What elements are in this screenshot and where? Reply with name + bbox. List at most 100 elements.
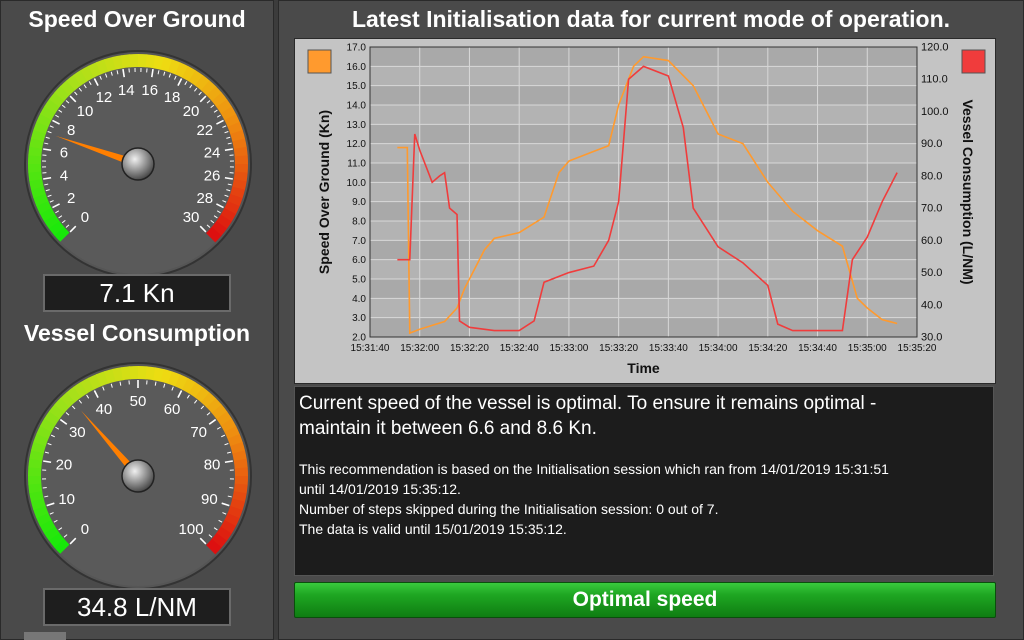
x-tick-label: 15:33:40 xyxy=(649,343,688,354)
recommendation-details: This recommendation is based on the Init… xyxy=(299,459,989,539)
gauge-arc-segment xyxy=(234,467,248,477)
gauge-tick-label: 10 xyxy=(77,103,94,120)
y2-tick-label: 80.0 xyxy=(921,170,942,182)
y-tick-label: 4.0 xyxy=(352,294,366,305)
gauge-tick-label: 70 xyxy=(190,424,207,441)
gauge-tick-label: 20 xyxy=(183,103,200,120)
gauge-tick-label: 4 xyxy=(60,168,68,185)
y2-tick-label: 40.0 xyxy=(921,299,942,311)
gauge-tick-label: 10 xyxy=(58,491,75,508)
plot-band xyxy=(370,259,917,279)
x-tick-label: 15:35:00 xyxy=(848,343,887,354)
plot-band xyxy=(370,66,917,86)
x-tick-label: 15:34:40 xyxy=(798,343,837,354)
plot-band xyxy=(370,298,917,318)
x-tick-label: 15:32:20 xyxy=(450,343,489,354)
gauge-tick-label: 90 xyxy=(201,491,218,508)
x-tick-label: 15:32:40 xyxy=(500,343,539,354)
gauge-tick-label: 30 xyxy=(183,209,200,226)
speed-readout: 7.1 Kn xyxy=(43,274,231,312)
plot-band xyxy=(370,85,917,105)
recommendation-panel: Current speed of the vessel is optimal. … xyxy=(294,386,994,576)
plot-band xyxy=(370,143,917,163)
gauge-tick-label: 28 xyxy=(196,190,213,207)
y-tick-label: 6.0 xyxy=(352,255,366,266)
consumption-legend-swatch xyxy=(961,49,986,74)
gauge-arc-segment xyxy=(28,163,42,173)
gauge-tick-label: 26 xyxy=(204,168,221,185)
y2-tick-label: 90.0 xyxy=(921,138,942,150)
gauge-arc-segment xyxy=(234,155,248,165)
gauge-tick-label: 24 xyxy=(204,144,221,161)
y-tick-label: 16.0 xyxy=(347,62,367,73)
validity-line: The data is valid until 15/01/2019 15:35… xyxy=(299,521,567,537)
recommendation-headline: Current speed of the vessel is optimal. … xyxy=(299,391,989,441)
y-tick-label: 14.0 xyxy=(347,101,367,112)
x-tick-label: 15:33:00 xyxy=(549,343,588,354)
plot-band xyxy=(370,182,917,202)
y2-tick-label: 50.0 xyxy=(921,267,942,279)
y-tick-label: 9.0 xyxy=(352,197,366,208)
y2-tick-label: 110.0 xyxy=(921,74,948,86)
gauge-tick-label: 80 xyxy=(204,456,221,473)
y2-tick-label: 30.0 xyxy=(921,332,942,344)
gauge-arc-segment xyxy=(28,475,42,485)
gauge-tick-label: 40 xyxy=(96,401,113,418)
gauge-arc-segment xyxy=(129,54,139,68)
gauge-tick xyxy=(229,487,234,489)
gauge-tick-label: 18 xyxy=(164,89,181,106)
gauge-hub xyxy=(121,147,155,181)
y-tick-label: 11.0 xyxy=(347,159,366,170)
plot-band xyxy=(370,279,917,299)
speed-gauge: 024681012 14 16 18202224262830 xyxy=(24,50,252,278)
y-tick-label: 10.0 xyxy=(347,178,367,189)
speed-gauge-title: Speed Over Ground xyxy=(28,6,246,32)
gauge-tick-label: 6 xyxy=(60,144,68,161)
gauge-tick-label: 16 xyxy=(141,82,158,99)
y-tick-label: 3.0 xyxy=(352,313,366,324)
y-tick-label: 8.0 xyxy=(352,217,366,228)
page-title: Latest Initialisation data for current m… xyxy=(351,6,951,32)
skipped-steps-line: Number of steps skipped during the Initi… xyxy=(299,501,719,517)
plot-band xyxy=(370,317,917,337)
gauge-tick-label: 12 xyxy=(96,89,113,106)
x-tick-label: 15:35:20 xyxy=(898,343,937,354)
x-tick-label: 15:34:20 xyxy=(748,343,787,354)
y-tick-label: 7.0 xyxy=(352,236,366,247)
gauge-tick-label: 22 xyxy=(196,122,213,139)
plot-band xyxy=(370,240,917,260)
session-period-line: until 14/01/2019 15:35:12. xyxy=(299,481,461,497)
y-tick-label: 5.0 xyxy=(352,275,366,286)
y2-tick-label: 120.0 xyxy=(921,42,949,54)
status-indicator: Optimal speed xyxy=(294,582,996,618)
gauge-tick-label: 8 xyxy=(67,122,75,139)
gauge-arc-segment xyxy=(129,366,139,380)
consumption-gauge-title: Vessel Consumption xyxy=(23,320,251,346)
plot-band xyxy=(370,221,917,241)
gauge-tick-label: 14 xyxy=(118,82,135,99)
y2-tick-label: 100.0 xyxy=(921,106,949,118)
y-tick-label: 13.0 xyxy=(347,120,367,131)
consumption-gauge: 0 10 20 30 40 50 60 70 80 90 100 xyxy=(24,362,252,590)
scroll-tab[interactable] xyxy=(24,632,66,640)
gauge-tick xyxy=(42,487,47,489)
y-axis-label: Speed Over Ground (Kn) xyxy=(316,110,332,274)
plot-band xyxy=(370,201,917,221)
recommendation-headline-line: Current speed of the vessel is optimal. … xyxy=(299,393,877,414)
gauge-tick-label: 100 xyxy=(179,521,204,538)
plot-band xyxy=(370,124,917,144)
gauge-tick-label: 60 xyxy=(164,401,181,418)
x-tick-label: 15:33:20 xyxy=(599,343,638,354)
session-period-line: This recommendation is based on the Init… xyxy=(299,461,889,477)
gauge-tick-label: 30 xyxy=(69,424,86,441)
y2-tick-label: 60.0 xyxy=(921,235,942,247)
gauge-tick-label: 50 xyxy=(130,393,147,410)
speed-legend-swatch xyxy=(307,49,332,74)
y-tick-label: 17.0 xyxy=(347,43,367,54)
gauge-tick-label: 0 xyxy=(81,209,89,226)
consumption-readout: 34.8 L/NM xyxy=(43,588,231,626)
initialisation-chart: 2.0 3.0 4.0 5.0 6.0 7.0 8.0 9.0 10.0 11.0 12.0 13.0… xyxy=(294,38,996,384)
x-tick-label: 15:34:00 xyxy=(699,343,738,354)
y-tick-label: 2.0 xyxy=(352,333,366,344)
plot-band xyxy=(370,163,917,183)
